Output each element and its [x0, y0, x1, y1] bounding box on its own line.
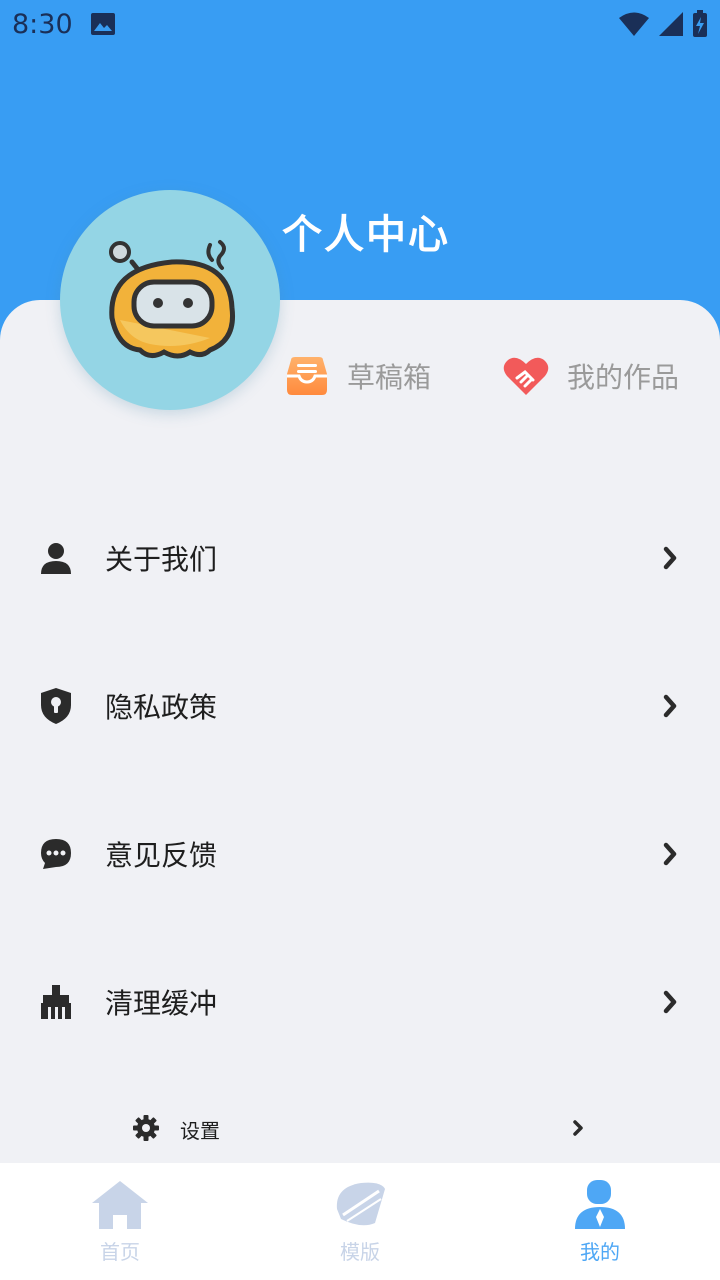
chevron-right-icon [663, 842, 677, 866]
chevron-right-icon [663, 694, 677, 718]
home-icon [92, 1181, 148, 1229]
draft-box-label: 草稿箱 [347, 361, 432, 394]
nav-label-mine: 我的 [580, 1240, 620, 1264]
status-bar: 8:30 [0, 0, 720, 50]
template-icon [336, 1182, 385, 1226]
chevron-right-icon [663, 990, 677, 1014]
nav-tab-home[interactable]: 首页 [0, 1163, 240, 1280]
signal-icon [659, 12, 683, 36]
status-time: 8:30 [12, 9, 73, 40]
battery-charging-icon [693, 10, 707, 37]
image-icon [91, 13, 115, 35]
menu-item-privacy-policy[interactable]: 隐私政策 [0, 666, 720, 746]
menu-label-privacy-policy: 隐私政策 [105, 691, 218, 724]
menu-label-clear-cache: 清理缓冲 [105, 987, 218, 1020]
menu-label-feedback: 意见反馈 [105, 839, 218, 872]
nav-label-template: 模版 [340, 1240, 380, 1264]
nav-tab-template[interactable]: 模版 [240, 1163, 480, 1280]
nav-tab-mine[interactable]: 我的 [480, 1163, 720, 1280]
draft-box-icon [287, 357, 327, 395]
avatar[interactable] [60, 190, 280, 410]
broom-icon [38, 984, 74, 1020]
my-works-label: 我的作品 [567, 361, 680, 394]
menu-label-settings: 设置 [180, 1119, 220, 1143]
nav-label-home: 首页 [100, 1240, 140, 1264]
chat-bubble-icon [38, 836, 74, 872]
chevron-right-icon [573, 1120, 583, 1136]
robot-mascot-icon [109, 240, 236, 359]
chevron-right-icon [663, 546, 677, 570]
draft-box-link[interactable]: 草稿箱 [285, 350, 431, 402]
page-title: 个人中心 [282, 212, 450, 258]
bottom-nav: 首页 模版 我的 [0, 1163, 720, 1280]
wifi-icon [619, 12, 649, 36]
menu-item-clear-cache[interactable]: 清理缓冲 [0, 962, 720, 1042]
person-icon [38, 540, 74, 576]
gear-icon [133, 1115, 159, 1141]
menu-item-settings[interactable]: 设置 [0, 1105, 720, 1151]
content-card [0, 300, 720, 1200]
menu-item-feedback[interactable]: 意见反馈 [0, 814, 720, 894]
my-works-link[interactable]: 我的作品 [503, 350, 679, 402]
shield-lock-icon [38, 688, 74, 724]
menu-item-about-us[interactable]: 关于我们 [0, 518, 720, 598]
menu-label-about-us: 关于我们 [105, 543, 218, 576]
user-icon [575, 1180, 625, 1229]
handshake-heart-icon [503, 357, 549, 395]
